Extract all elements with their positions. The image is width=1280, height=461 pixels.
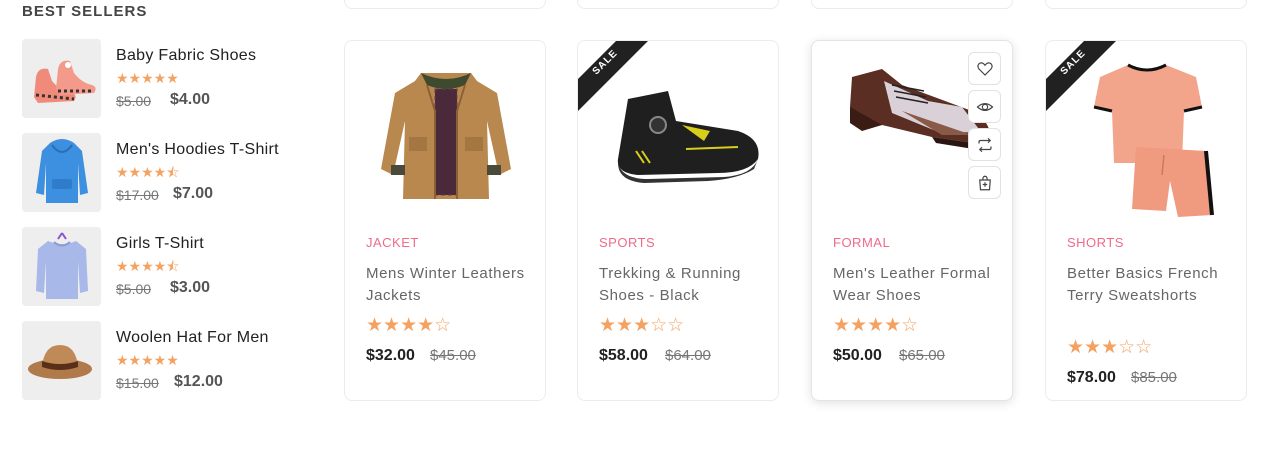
product-name[interactable]: Woolen Hat For Men (116, 329, 269, 347)
rating-stars: ★★★★☆ (366, 315, 452, 336)
product-card-partial (344, 0, 546, 9)
rating-stars: ★★★★⯪ (116, 164, 180, 180)
product-name[interactable]: Girls T-Shirt (116, 235, 204, 253)
old-price: $65.00 (899, 347, 945, 364)
product-card[interactable]: FORMAL Men's Leather Formal Wear Shoes ★… (811, 40, 1013, 401)
compare-icon[interactable] (968, 128, 1001, 161)
eye-icon[interactable] (968, 90, 1001, 123)
card-actions (968, 52, 1002, 204)
price: $12.00 (174, 373, 223, 390)
old-price: $5.00 (116, 93, 152, 109)
rating-stars: ★★★★⯪ (116, 258, 180, 274)
rating-stars: ★★★☆☆ (599, 315, 685, 336)
old-price: $5.00 (116, 281, 152, 297)
rating-stars: ★★★★★ (116, 70, 179, 86)
rating-stars: ★★★★★ (116, 352, 179, 368)
old-price: $85.00 (1131, 369, 1177, 386)
product-name[interactable]: Men's Leather Formal Wear Shoes (833, 263, 1008, 307)
rating-stars: ★★★☆☆ (1067, 337, 1153, 358)
price: $78.00 (1067, 369, 1116, 386)
best-seller-item[interactable]: Girls T-Shirt ★★★★⯪ $5.00 $3.00 (22, 227, 322, 307)
old-price: $45.00 (430, 347, 476, 364)
heart-icon[interactable] (968, 52, 1001, 85)
price: $4.00 (170, 91, 211, 108)
price: $32.00 (366, 347, 415, 364)
product-category[interactable]: JACKET (366, 235, 419, 250)
product-name[interactable]: Trekking & Running Shoes - Black (599, 263, 774, 307)
old-price: $17.00 (116, 187, 159, 203)
product-card[interactable]: SALE SHORTS Better Basics French Terry S… (1045, 40, 1247, 401)
old-price: $15.00 (116, 375, 159, 391)
product-card-partial (577, 0, 779, 9)
best-seller-item[interactable]: Woolen Hat For Men ★★★★★ $15.00 $12.00 (22, 321, 322, 401)
best-seller-item[interactable]: Men's Hoodies T-Shirt ★★★★⯪ $17.00 $7.00 (22, 133, 322, 213)
product-category[interactable]: FORMAL (833, 235, 890, 250)
product-category[interactable]: SHORTS (1067, 235, 1124, 250)
price: $3.00 (170, 279, 211, 296)
product-card[interactable]: JACKET Mens Winter Leathers Jackets ★★★★… (344, 40, 546, 401)
product-category[interactable]: SPORTS (599, 235, 655, 250)
product-name[interactable]: Men's Hoodies T-Shirt (116, 141, 279, 159)
best-sellers-title: BEST SELLERS (22, 3, 148, 20)
product-card-partial (811, 0, 1013, 9)
sweatshirt-icon[interactable] (22, 227, 101, 306)
product-name[interactable]: Better Basics French Terry Sweatshorts (1067, 263, 1242, 307)
rating-stars: ★★★★☆ (833, 315, 919, 336)
hat-icon[interactable] (22, 321, 101, 400)
product-card[interactable]: SALE SPORTS Trekking & Running Shoes - B… (577, 40, 779, 401)
price: $7.00 (173, 185, 214, 202)
product-name[interactable]: Baby Fabric Shoes (116, 47, 256, 65)
add-to-cart-icon[interactable] (968, 166, 1001, 199)
product-card-partial (1045, 0, 1247, 9)
price: $58.00 (599, 347, 648, 364)
price: $50.00 (833, 347, 882, 364)
product-name[interactable]: Mens Winter Leathers Jackets (366, 263, 541, 307)
old-price: $64.00 (665, 347, 711, 364)
best-seller-item[interactable]: Baby Fabric Shoes ★★★★★ $5.00 $4.00 (22, 39, 322, 119)
baby-shoes-icon[interactable] (22, 39, 101, 118)
hoodie-icon[interactable] (22, 133, 101, 212)
jacket-icon[interactable] (365, 51, 527, 221)
